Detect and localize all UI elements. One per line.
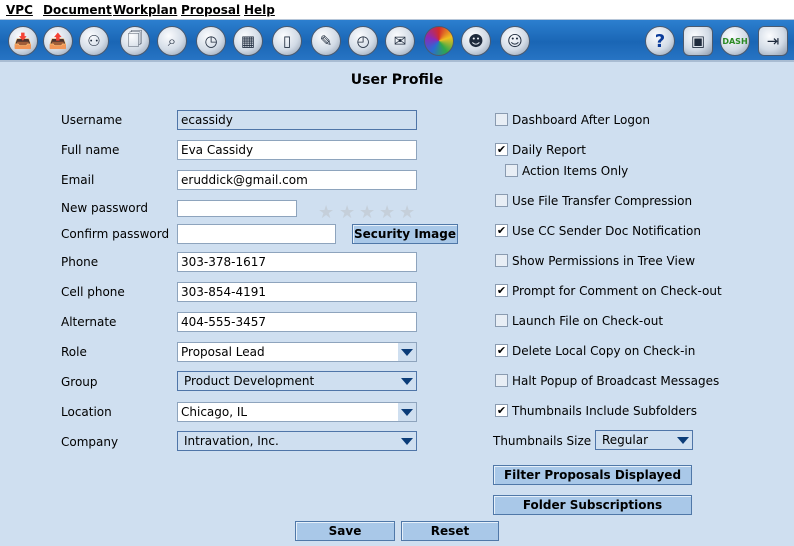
halt-popup-checkbox[interactable] [495, 374, 508, 387]
dashboard-after-logon-label: Dashboard After Logon [512, 113, 650, 127]
group-value: Product Development [184, 374, 315, 388]
fullname-field[interactable] [177, 140, 417, 160]
cc-sender-notification-checkbox[interactable]: ✔ [495, 224, 508, 237]
password-strength-star-1: ★ [318, 202, 335, 223]
filter-proposals-button[interactable]: Filter Proposals Displayed [493, 465, 692, 485]
save-button[interactable]: Save [295, 521, 395, 541]
bookmark-icon[interactable]: ▯ [272, 26, 302, 56]
security-image-button[interactable]: Security Image [352, 224, 458, 244]
location-label: Location [61, 405, 112, 419]
confirm-password-field[interactable] [177, 224, 336, 244]
cc-sender-notification-label: Use CC Sender Doc Notification [512, 224, 702, 238]
projector-icon[interactable]: ▣ [683, 26, 713, 56]
chevron-down-icon [398, 432, 416, 450]
menu-workplan[interactable]: Workplan [113, 3, 177, 17]
role-value: Proposal Lead [181, 345, 265, 359]
alternate-label: Alternate [61, 315, 117, 329]
username-field[interactable] [177, 110, 417, 130]
color-palette-icon[interactable] [424, 26, 454, 56]
email-label: Email [61, 173, 95, 187]
toolbar: 📥 📤 ⚇ 🗍 ⌕ ◷ ▦ ▯ ✎ ◴ ✉ ☻ ☺ ? ▣ DASH ⇥ [0, 20, 794, 62]
documents-icon[interactable]: 🗍 [120, 26, 150, 56]
group-select[interactable]: Product Development [177, 371, 417, 391]
dashboard-after-logon-checkbox[interactable] [495, 113, 508, 126]
thumbnails-size-label: Thumbnails Size [493, 434, 592, 448]
delete-local-copy-checkbox[interactable]: ✔ [495, 344, 508, 357]
users-icon[interactable]: ☻ [461, 26, 491, 56]
confirm-password-label: Confirm password [61, 227, 170, 241]
search-icon[interactable]: ⌕ [157, 26, 187, 56]
menu-proposal[interactable]: Proposal [181, 3, 240, 17]
menu-document[interactable]: Document [43, 3, 112, 17]
action-items-only-checkbox[interactable] [505, 164, 518, 177]
role-select[interactable]: Proposal Lead [177, 342, 417, 362]
delete-local-copy-label: Delete Local Copy on Check-in [512, 344, 696, 358]
password-strength-star-5: ★ [399, 202, 416, 223]
notepad-icon[interactable]: ✎ [311, 26, 341, 56]
inbox-icon[interactable]: 📥 [8, 26, 38, 56]
stopwatch-icon[interactable]: ◴ [348, 26, 378, 56]
password-strength-star-3: ★ [359, 202, 376, 223]
mail-icon[interactable]: ✉ [385, 26, 415, 56]
password-strength-star-4: ★ [379, 202, 396, 223]
file-transfer-compression-checkbox[interactable] [495, 194, 508, 207]
new-password-label: New password [61, 201, 148, 215]
prompt-comment-checkout-label: Prompt for Comment on Check-out [512, 284, 722, 298]
phone-label: Phone [61, 255, 99, 269]
thumbnails-size-select[interactable]: Regular [595, 430, 693, 450]
daily-report-checkbox[interactable]: ✔ [495, 143, 508, 156]
email-field[interactable] [177, 170, 417, 190]
binoculars-icon[interactable]: ⚇ [79, 26, 109, 56]
launch-file-checkout-label: Launch File on Check-out [512, 314, 664, 328]
menu-help[interactable]: Help [244, 3, 275, 17]
cell-phone-label: Cell phone [61, 285, 125, 299]
dashboard-label: DASH [722, 36, 748, 46]
help-icon[interactable]: ? [645, 26, 675, 56]
folder-subscriptions-button[interactable]: Folder Subscriptions [493, 495, 692, 515]
company-select[interactable]: Intravation, Inc. [177, 431, 417, 451]
chevron-down-icon [398, 403, 416, 421]
fullname-label: Full name [61, 143, 120, 157]
chevron-down-icon [674, 431, 692, 449]
page-title: User Profile [350, 72, 444, 88]
daily-report-label: Daily Report [512, 143, 586, 157]
group-label: Group [61, 375, 98, 389]
show-permissions-checkbox[interactable] [495, 254, 508, 267]
username-label: Username [61, 113, 123, 127]
thumbnails-subfolders-checkbox[interactable]: ✔ [495, 404, 508, 417]
show-permissions-label: Show Permissions in Tree View [512, 254, 696, 268]
prompt-comment-checkout-checkbox[interactable]: ✔ [495, 284, 508, 297]
new-password-field[interactable] [177, 200, 297, 217]
chevron-down-icon [398, 343, 416, 361]
launch-file-checkout-checkbox[interactable] [495, 314, 508, 327]
outbox-icon[interactable]: 📤 [43, 26, 73, 56]
action-items-only-label: Action Items Only [522, 164, 629, 178]
password-strength-star-2: ★ [339, 202, 356, 223]
thumbnails-size-value: Regular [602, 433, 649, 447]
company-value: Intravation, Inc. [184, 434, 279, 448]
cell-phone-field[interactable] [177, 282, 417, 302]
phone-field[interactable] [177, 252, 417, 272]
halt-popup-label: Halt Popup of Broadcast Messages [512, 374, 720, 388]
dashboard-icon[interactable]: DASH [720, 26, 750, 56]
company-label: Company [61, 435, 119, 449]
calendar-icon[interactable]: ▦ [233, 26, 263, 56]
alternate-phone-field[interactable] [177, 312, 417, 332]
exit-icon[interactable]: ⇥ [758, 26, 788, 56]
thumbnails-subfolders-label: Thumbnails Include Subfolders [512, 404, 697, 418]
role-label: Role [61, 345, 87, 359]
file-transfer-compression-label: Use File Transfer Compression [512, 194, 693, 208]
menu-bar: VPC Document Workplan Proposal Help [0, 0, 794, 20]
clock-icon[interactable]: ◷ [196, 26, 226, 56]
location-select[interactable]: Chicago, IL [177, 402, 417, 422]
menu-vpc[interactable]: VPC [6, 3, 33, 17]
user-profile-icon[interactable]: ☺ [500, 26, 530, 56]
chevron-down-icon [398, 372, 416, 390]
location-value: Chicago, IL [181, 405, 248, 419]
reset-button[interactable]: Reset [401, 521, 499, 541]
